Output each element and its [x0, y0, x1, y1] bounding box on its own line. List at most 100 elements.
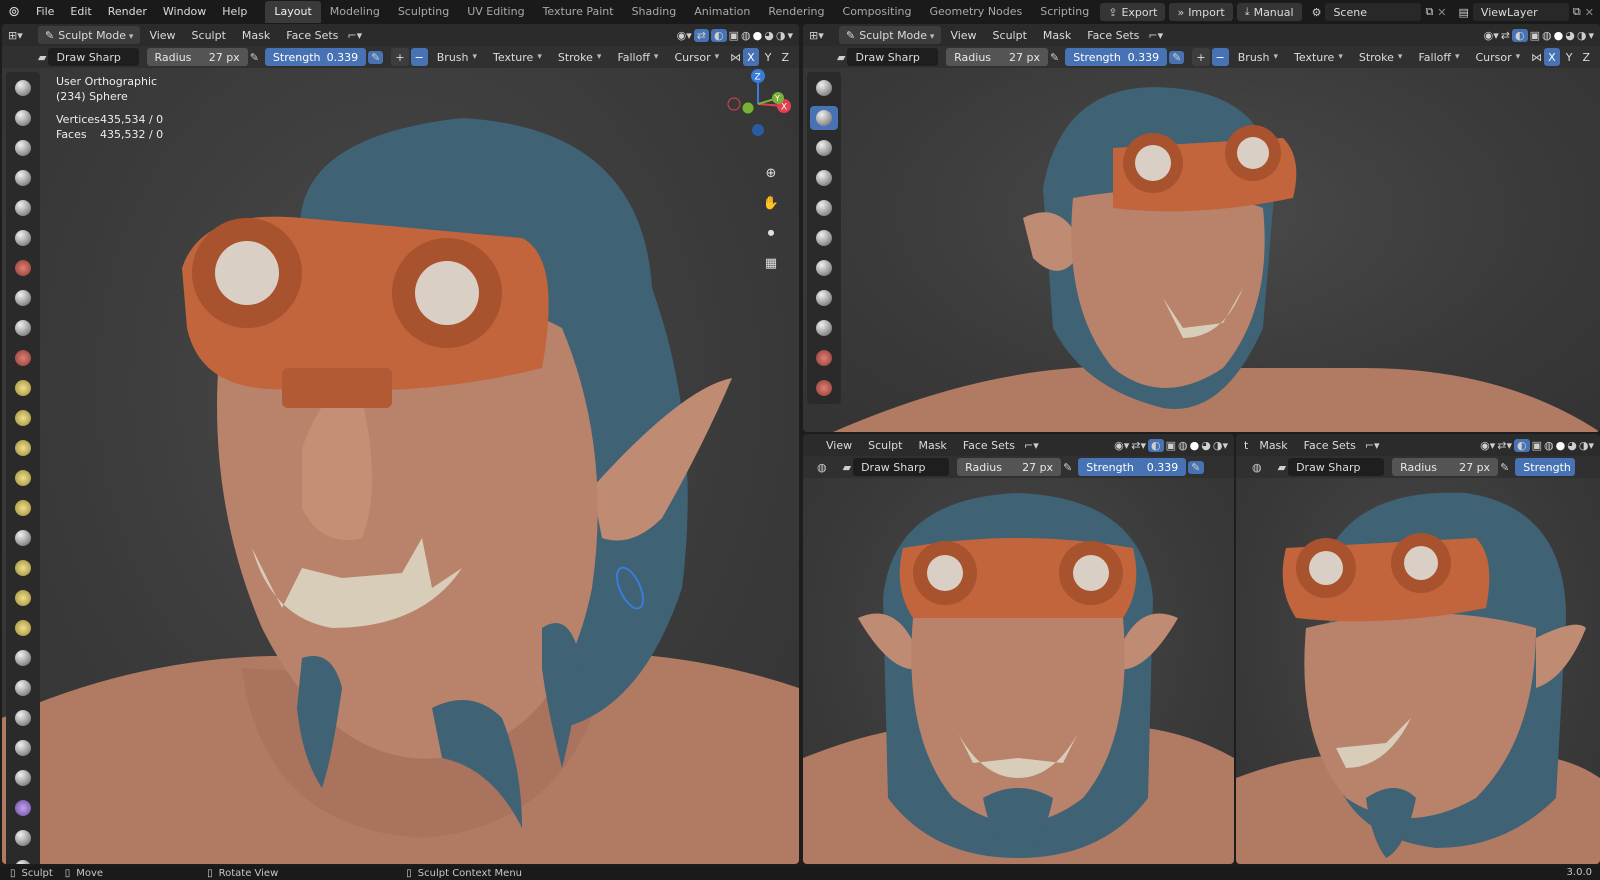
new-viewlayer-icon[interactable]: ⧉: [1573, 5, 1581, 19]
tab-layout[interactable]: Layout: [265, 1, 321, 23]
menu-edit[interactable]: Edit: [62, 0, 99, 24]
tool-clay-strips-2[interactable]: [810, 166, 838, 190]
cursor-dropdown-2[interactable]: Cursor: [1468, 48, 1527, 66]
blender-logo-icon[interactable]: ⊚: [0, 0, 28, 24]
tab-rendering[interactable]: Rendering: [759, 1, 833, 23]
import-button[interactable]: » Import: [1169, 3, 1233, 21]
add-direction-button-2[interactable]: +: [1192, 48, 1210, 66]
brush-name-field-4[interactable]: Draw Sharp: [1288, 458, 1385, 476]
menu-sculpt[interactable]: Sculpt: [185, 26, 233, 44]
overlay-toggle-icon-2[interactable]: ◐: [1512, 28, 1528, 42]
wireframe-shading-icon-2[interactable]: ◍: [1542, 29, 1552, 42]
menu-face-sets-2[interactable]: Face Sets: [1080, 26, 1146, 44]
shading-options-icon-2[interactable]: ▾: [1588, 29, 1594, 42]
brush-name-field-3[interactable]: Draw Sharp: [853, 458, 950, 476]
tool-layer-2[interactable]: [810, 226, 838, 250]
tool-rotate[interactable]: [9, 706, 37, 730]
delete-viewlayer-icon[interactable]: ✕: [1585, 6, 1594, 19]
tool-scrape[interactable]: [9, 436, 37, 460]
falloff-dropdown[interactable]: Falloff: [610, 48, 665, 66]
tool-cloth[interactable]: [9, 796, 37, 820]
tab-modeling[interactable]: Modeling: [321, 1, 389, 23]
active-tool-icon-3[interactable]: ◍: [817, 461, 827, 474]
strength-slider-2[interactable]: Strength 0.339: [1065, 48, 1168, 66]
scene-icon[interactable]: ⚙: [1312, 6, 1322, 19]
solid-shading-icon-3[interactable]: ●: [1190, 439, 1200, 452]
material-shading-icon-4[interactable]: ◕: [1567, 439, 1577, 452]
menu-sculpt-3[interactable]: Sculpt: [861, 436, 909, 454]
tool-crease-2[interactable]: [810, 316, 838, 340]
strength-slider-4[interactable]: Strength: [1515, 458, 1576, 476]
symmetry-icon-2[interactable]: ⋈: [1531, 51, 1542, 64]
brush-dropdown-2[interactable]: Brush: [1231, 48, 1285, 66]
gizmo-toggle-icon-2[interactable]: ⇄: [1501, 29, 1510, 42]
pan-hand-icon[interactable]: ✋: [760, 192, 782, 214]
tool-boundary[interactable]: [9, 766, 37, 790]
bottom-right-3d-viewport[interactable]: [1236, 478, 1600, 864]
tool-thumb[interactable]: [9, 616, 37, 640]
tab-geometry-nodes[interactable]: Geometry Nodes: [920, 1, 1031, 23]
new-scene-icon[interactable]: ⧉: [1425, 5, 1433, 19]
main-3d-viewport[interactable]: User Orthographic (234) Sphere Vertices 4…: [2, 68, 799, 864]
tool-inflate-2[interactable]: [810, 256, 838, 280]
wireframe-shading-icon-3[interactable]: ◍: [1178, 439, 1188, 452]
radius-slider-2[interactable]: Radius 27 px: [946, 48, 1049, 66]
tool-clay[interactable]: [9, 136, 37, 160]
gizmo-toggle-icon-4[interactable]: ⇄▾: [1497, 439, 1512, 452]
menu-mask-3[interactable]: Mask: [911, 436, 953, 454]
symmetry-x-button[interactable]: X: [743, 48, 759, 66]
overlay-toggle-icon-4[interactable]: ◐: [1514, 438, 1530, 452]
tab-compositing[interactable]: Compositing: [834, 1, 921, 23]
menu-view-2[interactable]: View: [943, 26, 983, 44]
texture-dropdown[interactable]: Texture: [486, 48, 549, 66]
ortho-grid-icon[interactable]: ▦: [760, 252, 782, 274]
xray-icon-2[interactable]: ▣: [1530, 29, 1540, 42]
tool-mask[interactable]: [9, 856, 37, 864]
subtract-direction-button-2[interactable]: −: [1211, 48, 1229, 66]
menu-sculpt-2[interactable]: Sculpt: [986, 26, 1034, 44]
tool-blob-2[interactable]: [810, 286, 838, 310]
face-sets-dropdown-icon-4[interactable]: ⌐▾: [1365, 439, 1380, 452]
tool-elastic-deform[interactable]: [9, 556, 37, 580]
menu-sculpt-4-clipped[interactable]: t: [1242, 436, 1250, 454]
editor-type-icon-2[interactable]: ⊞▾: [809, 29, 831, 42]
brush-name-field[interactable]: Draw Sharp: [48, 48, 139, 66]
falloff-dropdown-2[interactable]: Falloff: [1411, 48, 1466, 66]
editor-type-icon[interactable]: ⊞▾: [8, 29, 30, 42]
tool-clay-2[interactable]: [810, 136, 838, 160]
material-shading-icon-3[interactable]: ◕: [1201, 439, 1211, 452]
brush-icon-3[interactable]: ▰: [843, 461, 851, 474]
visibility-icon-3[interactable]: ◉▾: [1114, 439, 1129, 452]
tool-simplify[interactable]: [9, 826, 37, 850]
tool-multiplane-scrape[interactable]: [9, 466, 37, 490]
tool-clay-thumb-2[interactable]: [810, 196, 838, 220]
rendered-shading-icon-4[interactable]: ◑▾: [1579, 439, 1594, 452]
tool-flatten-2[interactable]: [810, 376, 838, 400]
xray-icon-4[interactable]: ▣: [1532, 439, 1542, 452]
visibility-icon[interactable]: ◉▾: [677, 29, 692, 42]
menu-window[interactable]: Window: [155, 0, 214, 24]
top-right-3d-viewport[interactable]: [803, 68, 1600, 432]
xray-icon[interactable]: ▣: [729, 29, 739, 42]
tool-smooth[interactable]: [9, 346, 37, 370]
rendered-shading-icon[interactable]: ◑: [776, 29, 786, 42]
radius-slider-4[interactable]: Radius 27 px: [1392, 458, 1499, 476]
overlay-toggle-icon[interactable]: ◐: [711, 28, 727, 42]
radius-pressure-icon-2[interactable]: ✎: [1050, 51, 1059, 64]
brush-icon-2[interactable]: ▰: [837, 51, 845, 64]
face-sets-dropdown-icon[interactable]: ⌐▾: [347, 29, 362, 42]
symmetry-x-button-2[interactable]: X: [1544, 48, 1560, 66]
tab-texture-paint[interactable]: Texture Paint: [534, 1, 623, 23]
wireframe-shading-icon-4[interactable]: ◍: [1544, 439, 1554, 452]
visibility-icon-4[interactable]: ◉▾: [1480, 439, 1495, 452]
radius-slider[interactable]: Radius 27 px: [146, 48, 248, 66]
tab-sculpting[interactable]: Sculpting: [389, 1, 458, 23]
tool-crease[interactable]: [9, 316, 37, 340]
tool-nudge[interactable]: [9, 676, 37, 700]
overlay-toggle-icon-3[interactable]: ◐: [1148, 438, 1164, 452]
mode-selector-2[interactable]: ✎ Sculpt Mode: [839, 26, 942, 44]
tab-uv-editing[interactable]: UV Editing: [458, 1, 533, 23]
radius-pressure-icon[interactable]: ✎: [250, 51, 259, 64]
solid-shading-icon-2[interactable]: ●: [1554, 29, 1564, 42]
brush-dropdown[interactable]: Brush: [430, 48, 484, 66]
